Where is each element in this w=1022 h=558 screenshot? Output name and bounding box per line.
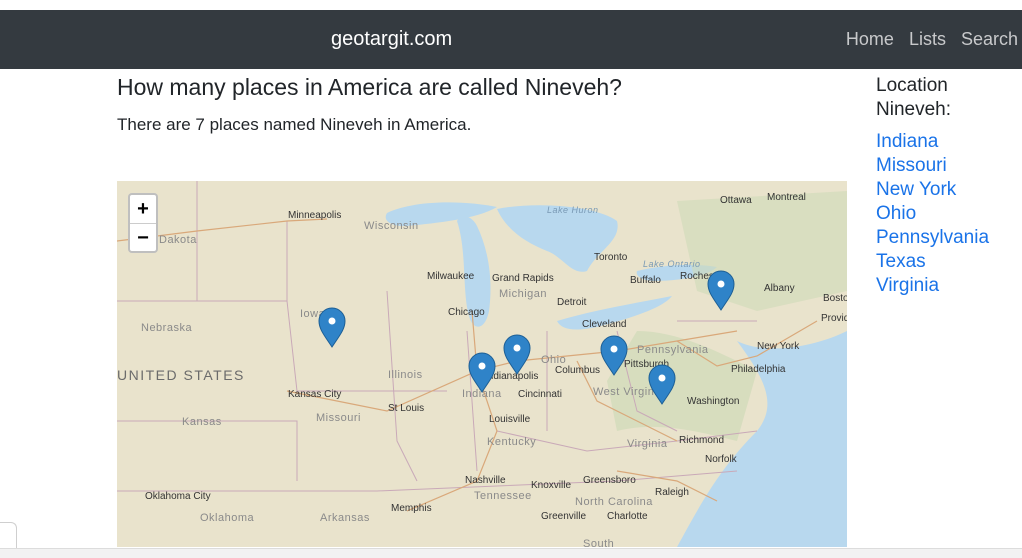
sidebar-title: Location Nineveh: <box>876 75 951 120</box>
region-label: Illinois <box>388 369 423 381</box>
zoom-control: + − <box>128 193 158 253</box>
city-label: Chicago <box>448 307 485 318</box>
map-view[interactable]: Wisconsin Dakota Iowa Nebraska Illinois … <box>117 181 847 547</box>
window-corner <box>0 522 17 549</box>
city-label: Buffalo <box>630 275 661 286</box>
city-label: Raleigh <box>655 487 689 498</box>
city-label: Greensboro <box>583 475 636 486</box>
city-label: Oklahoma City <box>145 491 211 502</box>
state-link-missouri[interactable]: Missouri <box>876 154 1022 178</box>
map-canvas: Wisconsin Dakota Iowa Nebraska Illinois … <box>117 181 847 547</box>
zoom-in-button[interactable]: + <box>130 195 156 224</box>
region-label: Kentucky <box>487 436 536 448</box>
city-label: Ottawa <box>720 195 752 206</box>
state-list: Indiana Missouri New York Ohio Pennsylva… <box>876 130 1022 298</box>
location-sidebar: Location Nineveh: Indiana Missouri New Y… <box>876 74 1022 298</box>
region-label: Pennsylvania <box>637 344 709 356</box>
city-label: Louisville <box>489 414 531 425</box>
city-label: Boston <box>823 293 847 304</box>
nav-lists-link[interactable]: Lists <box>909 10 946 69</box>
city-label: Grand Rapids <box>492 273 554 284</box>
state-link-texas[interactable]: Texas <box>876 250 1022 274</box>
zoom-out-button[interactable]: − <box>130 224 156 252</box>
city-label: Columbus <box>555 365 600 376</box>
city-label: Milwaukee <box>427 271 475 282</box>
city-label: Cleveland <box>582 319 626 330</box>
city-label: Toronto <box>594 252 628 263</box>
state-link-indiana[interactable]: Indiana <box>876 130 1022 154</box>
state-link-pennsylvania[interactable]: Pennsylvania <box>876 226 1022 250</box>
page-title: How many places in America are called Ni… <box>117 74 622 100</box>
region-label: Missouri <box>316 412 361 424</box>
site-brand[interactable]: geotargit.com <box>331 10 452 69</box>
region-label: Wisconsin <box>364 220 419 232</box>
city-label: Providence <box>821 313 847 324</box>
city-label: Detroit <box>557 297 587 308</box>
page-summary: There are 7 places named Nineveh in Amer… <box>117 115 472 134</box>
city-label: Philadelphia <box>731 364 786 375</box>
location-marker[interactable] <box>318 307 346 348</box>
state-link-ohio[interactable]: Ohio <box>876 202 1022 226</box>
lake-label: Lake Ontario <box>643 259 701 269</box>
city-label: Knoxville <box>531 480 571 491</box>
state-link-new-york[interactable]: New York <box>876 178 1022 202</box>
city-label: Kansas City <box>288 389 341 400</box>
region-label: Nebraska <box>141 322 192 334</box>
nav-home-link[interactable]: Home <box>846 10 894 69</box>
location-marker[interactable] <box>707 270 735 311</box>
city-label: St Louis <box>388 403 424 414</box>
region-label: Virginia <box>627 438 668 450</box>
city-label: Richmond <box>679 435 724 446</box>
city-label: Greenville <box>541 511 586 522</box>
country-label: UNITED STATES <box>117 367 245 383</box>
city-label: Montreal <box>767 192 806 203</box>
city-label: Norfolk <box>705 454 738 465</box>
location-marker[interactable] <box>468 352 496 393</box>
navbar: geotargit.com Home Lists Search <box>0 10 1022 69</box>
region-label: South <box>583 538 614 547</box>
city-label: New York <box>757 341 800 352</box>
city-label: Minneapolis <box>288 210 341 221</box>
location-marker[interactable] <box>503 334 531 375</box>
region-label: Dakota <box>159 234 197 246</box>
region-label: Kansas <box>182 416 222 428</box>
city-label: Cincinnati <box>518 389 562 400</box>
city-label: Washington <box>687 396 739 407</box>
nav-links: Home Lists Search <box>846 10 1018 69</box>
nav-search-link[interactable]: Search <box>961 10 1018 69</box>
region-label: Oklahoma <box>200 512 255 524</box>
lake-label: Lake Huron <box>547 205 599 215</box>
region-label: Arkansas <box>320 512 370 524</box>
city-label: Charlotte <box>607 511 648 522</box>
northern-forest <box>677 191 847 311</box>
top-strip <box>0 0 1022 10</box>
region-label: North Carolina <box>575 496 653 508</box>
city-label: Albany <box>764 283 795 294</box>
city-label: Nashville <box>465 475 506 486</box>
city-label: Memphis <box>391 503 432 514</box>
region-label: Tennessee <box>474 490 532 502</box>
state-link-virginia[interactable]: Virginia <box>876 274 1022 298</box>
region-label: Michigan <box>499 288 547 300</box>
